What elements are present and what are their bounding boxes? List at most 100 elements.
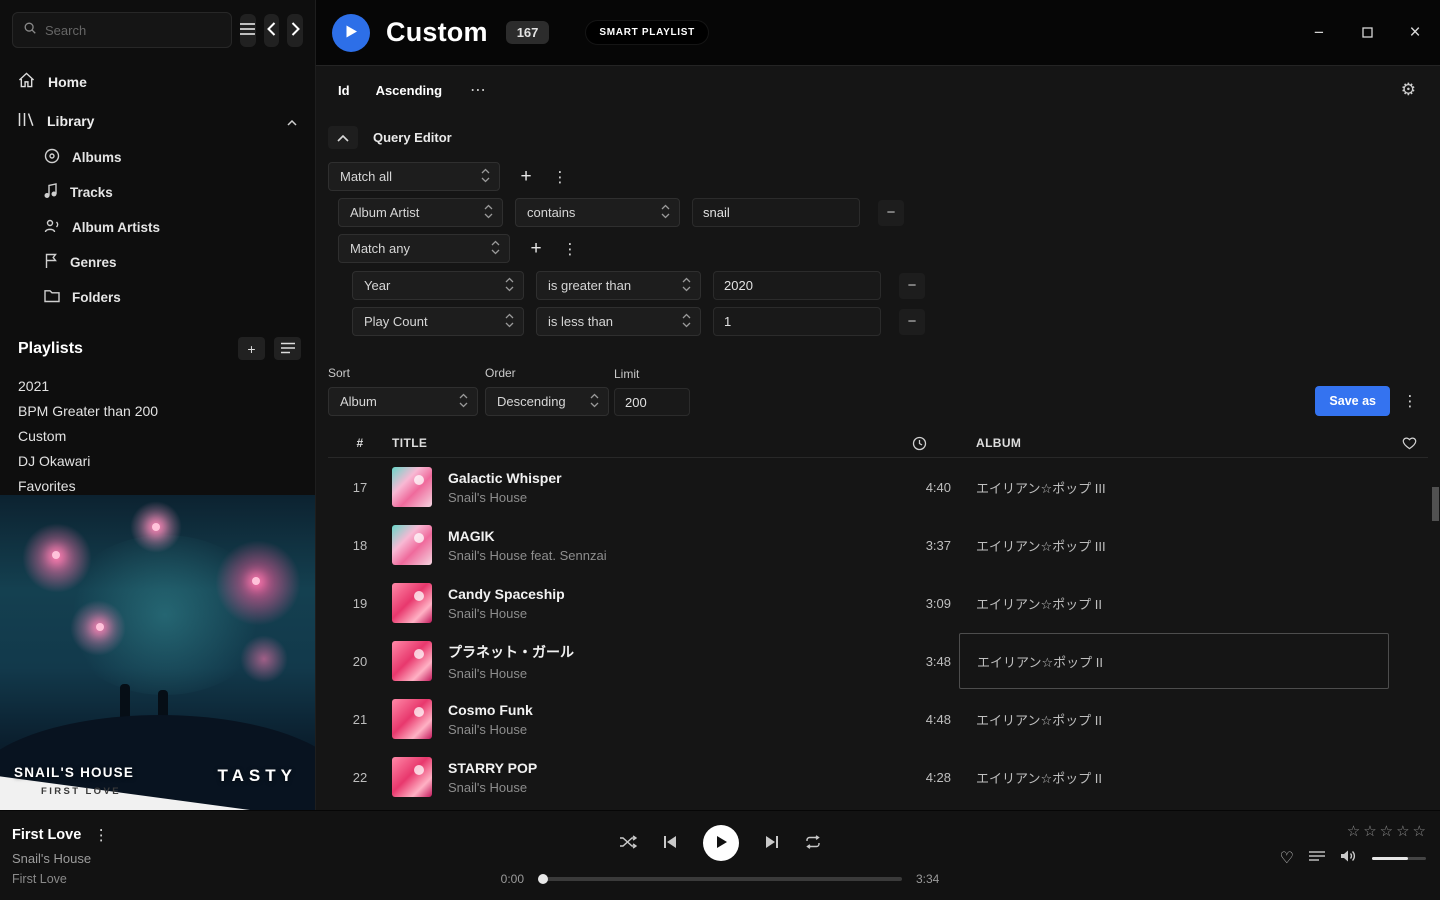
seek-bar[interactable] xyxy=(538,877,902,881)
collapse-query-editor-button[interactable] xyxy=(328,126,358,149)
nav-back-button[interactable] xyxy=(264,14,280,47)
column-title[interactable]: TITLE xyxy=(392,436,879,450)
scrollbar-thumb[interactable] xyxy=(1432,487,1439,521)
sidebar-item-tracks[interactable]: Tracks xyxy=(0,175,315,210)
save-as-button[interactable]: Save as xyxy=(1315,386,1390,416)
add-playlist-button[interactable]: + xyxy=(238,337,265,360)
track-album[interactable]: エイリアン☆ポップ III xyxy=(959,459,1389,515)
playlist-item[interactable]: 2021 xyxy=(18,373,301,398)
column-index[interactable]: # xyxy=(328,436,392,450)
star-icon[interactable]: ☆ xyxy=(1347,824,1360,839)
limit-input[interactable] xyxy=(614,388,690,416)
volume-slider[interactable] xyxy=(1372,857,1426,860)
table-row[interactable]: 22 STARRY POPSnail's House 4:28 エイリアン☆ポッ… xyxy=(328,748,1428,806)
group-match-type-select[interactable]: Match any xyxy=(338,234,510,263)
query-sort-select[interactable]: Album xyxy=(328,387,478,416)
window-close-button[interactable]: × xyxy=(1406,24,1424,42)
column-album[interactable]: ALBUM xyxy=(959,436,1389,450)
sort-field-button[interactable]: Id xyxy=(338,83,350,98)
rule-operator-select[interactable]: is less than xyxy=(536,307,701,336)
rule-operator-select[interactable]: is greater than xyxy=(536,271,701,300)
track-album[interactable]: エイリアン☆ポップ II xyxy=(959,749,1389,805)
table-row[interactable]: 17 Galactic WhisperSnail's House 4:40 エイ… xyxy=(328,458,1428,516)
playlist-play-button[interactable] xyxy=(332,14,370,52)
star-icon[interactable]: ☆ xyxy=(1380,824,1393,839)
track-artist[interactable]: Snail's House feat. Sennzai xyxy=(448,548,879,563)
save-options-button[interactable]: ⋮ xyxy=(1402,392,1418,410)
rule-options-button[interactable]: ⋮ xyxy=(552,168,568,186)
play-pause-button[interactable] xyxy=(703,825,739,861)
more-options-button[interactable]: ⋯ xyxy=(470,80,488,100)
next-track-button[interactable] xyxy=(765,835,779,852)
track-album[interactable]: エイリアン☆ポップ II xyxy=(959,691,1389,747)
sidebar-item-album-artists[interactable]: Album Artists xyxy=(0,210,315,245)
previous-track-button[interactable] xyxy=(663,835,677,852)
seek-knob[interactable] xyxy=(538,874,548,884)
table-row[interactable]: 20 プラネット・ガールSnail's House 3:48 エイリアン☆ポップ… xyxy=(328,632,1428,690)
sort-direction-button[interactable]: Ascending xyxy=(376,83,442,98)
table-row[interactable]: 19 Candy SpaceshipSnail's House 3:09 エイリ… xyxy=(328,574,1428,632)
table-row[interactable]: 21 Cosmo FunkSnail's House 4:48 エイリアン☆ポッ… xyxy=(328,690,1428,748)
repeat-button[interactable] xyxy=(805,835,821,852)
favorite-heart-icon[interactable] xyxy=(1389,436,1429,450)
favorite-button[interactable]: ♡ xyxy=(1280,848,1294,868)
window-minimize-button[interactable]: − xyxy=(1310,24,1328,42)
sidebar-item-library[interactable]: Library xyxy=(0,101,315,140)
sidebar-item-label: Album Artists xyxy=(72,220,160,235)
match-type-select[interactable]: Match all xyxy=(328,162,500,191)
now-playing-album-art[interactable]: SNAIL'S HOUSE FIRST LOVE TASTY xyxy=(0,495,315,810)
star-icon[interactable]: ☆ xyxy=(1413,824,1426,839)
sidebar-item-genres[interactable]: Genres xyxy=(0,245,315,280)
remove-rule-button[interactable]: − xyxy=(899,273,925,299)
rule-field-select[interactable]: Year xyxy=(352,271,524,300)
now-playing-album[interactable]: First Love xyxy=(12,872,109,886)
playlist-item[interactable]: BPM Greater than 200 xyxy=(18,398,301,423)
remove-rule-button[interactable]: − xyxy=(878,200,904,226)
rule-field-select[interactable]: Play Count xyxy=(352,307,524,336)
playlist-item[interactable]: Custom xyxy=(18,423,301,448)
track-album-art xyxy=(392,699,432,739)
now-playing-options-button[interactable]: ⋮ xyxy=(93,826,109,844)
query-order-select[interactable]: Descending xyxy=(485,387,609,416)
track-album-focused[interactable]: エイリアン☆ポップ II xyxy=(959,633,1389,689)
now-playing-artist[interactable]: Snail's House xyxy=(12,851,109,866)
track-artist[interactable]: Snail's House xyxy=(448,490,879,505)
group-options-button[interactable]: ⋮ xyxy=(562,240,578,258)
track-count-badge: 167 xyxy=(506,21,550,44)
chevron-up-icon[interactable] xyxy=(287,113,297,129)
rule-value-input[interactable] xyxy=(713,271,881,300)
remove-rule-button[interactable]: − xyxy=(899,309,925,335)
rule-value-input[interactable] xyxy=(692,198,860,227)
track-artist[interactable]: Snail's House xyxy=(448,606,879,621)
duration-clock-icon[interactable] xyxy=(879,436,959,451)
table-row[interactable]: 18 MAGIKSnail's House feat. Sennzai 3:37… xyxy=(328,516,1428,574)
window-maximize-button[interactable] xyxy=(1358,24,1376,42)
track-album[interactable]: エイリアン☆ポップ II xyxy=(959,575,1389,631)
add-group-rule-button[interactable]: + xyxy=(522,235,550,263)
menu-button[interactable] xyxy=(240,14,256,47)
sidebar-item-albums[interactable]: Albums xyxy=(0,140,315,175)
rule-value-input[interactable] xyxy=(713,307,881,336)
now-playing-title[interactable]: First Love xyxy=(12,827,81,843)
shuffle-button[interactable] xyxy=(619,835,637,852)
sidebar-item-folders[interactable]: Folders xyxy=(0,280,315,315)
nav-forward-button[interactable] xyxy=(287,14,303,47)
track-artist[interactable]: Snail's House xyxy=(448,666,879,681)
search-input[interactable] xyxy=(45,23,221,38)
settings-gear-button[interactable]: ⚙ xyxy=(1401,80,1416,100)
add-rule-button[interactable]: + xyxy=(512,163,540,191)
queue-button[interactable] xyxy=(1309,849,1325,867)
star-icon[interactable]: ☆ xyxy=(1396,824,1409,839)
playlist-item[interactable]: DJ Okawari xyxy=(18,448,301,473)
track-album[interactable]: エイリアン☆ポップ III xyxy=(959,517,1389,573)
rule-field-select[interactable]: Album Artist xyxy=(338,198,503,227)
star-icon[interactable]: ☆ xyxy=(1363,824,1376,839)
track-artist[interactable]: Snail's House xyxy=(448,722,879,737)
playlist-list-button[interactable] xyxy=(274,337,301,360)
track-artist[interactable]: Snail's House xyxy=(448,780,879,795)
rule-operator-select[interactable]: contains xyxy=(515,198,680,227)
volume-button[interactable] xyxy=(1340,849,1357,868)
search-box[interactable] xyxy=(12,12,232,48)
select-arrows-icon xyxy=(459,393,468,411)
sidebar-item-home[interactable]: Home xyxy=(0,62,315,101)
